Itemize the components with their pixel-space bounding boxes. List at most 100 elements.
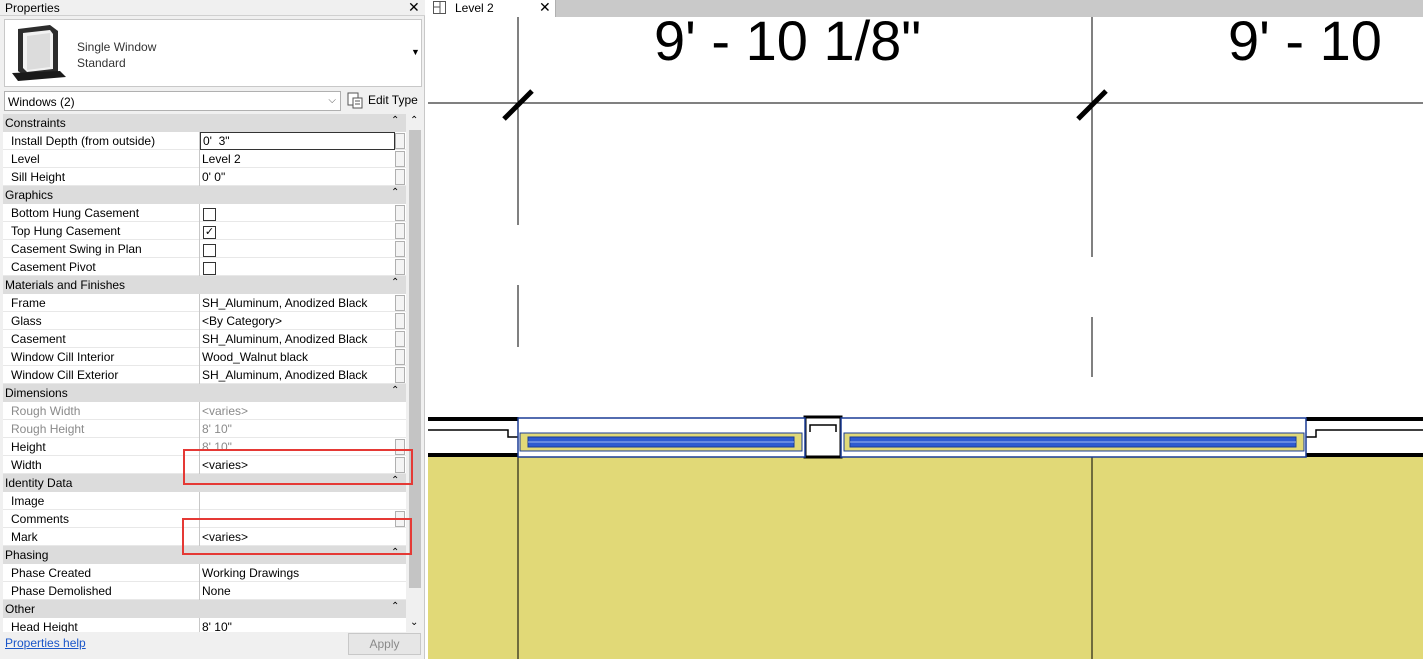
annotation-highlight-mark <box>182 518 412 555</box>
property-value: <By Category> <box>202 314 283 328</box>
property-label: Comments <box>11 512 70 526</box>
window-thumbnail-icon <box>12 25 66 81</box>
property-label: Casement Pivot <box>11 260 96 274</box>
group-constraints[interactable]: Constraints ⌃ <box>3 114 406 132</box>
row-casement-swing[interactable]: Casement Swing in Plan <box>3 240 406 258</box>
property-label: Level <box>11 152 40 166</box>
group-graphics[interactable]: Graphics ⌃ <box>3 186 406 204</box>
cell-button[interactable] <box>395 241 405 257</box>
cell-button[interactable] <box>395 133 405 149</box>
row-phase-demolished[interactable]: Phase Demolished None <box>3 582 406 600</box>
group-label: Materials and Finishes <box>5 278 126 292</box>
checkbox[interactable] <box>203 244 216 257</box>
chevron-down-icon: ⌵ <box>328 95 336 106</box>
row-rough-height: Rough Height 8' 10" <box>3 420 406 438</box>
property-value: SH_Aluminum, Anodized Black <box>202 332 368 346</box>
property-label: Frame <box>11 296 46 310</box>
collapse-icon[interactable]: ⌃ <box>391 601 399 612</box>
property-value: <varies> <box>202 404 249 418</box>
edit-type-label: Edit Type <box>368 93 418 107</box>
property-label: Rough Height <box>11 422 85 436</box>
row-casement-pivot[interactable]: Casement Pivot <box>3 258 406 276</box>
cell-button[interactable] <box>395 367 405 383</box>
row-bottom-hung[interactable]: Bottom Hung Casement <box>3 204 406 222</box>
floor-plan-drawing <box>428 17 1423 659</box>
collapse-icon[interactable]: ⌃ <box>391 115 399 126</box>
cell-button[interactable] <box>395 313 405 329</box>
group-label: Identity Data <box>5 476 73 490</box>
checkbox-checked[interactable]: ✓ <box>203 226 216 239</box>
row-image[interactable]: Image <box>3 492 406 510</box>
install-depth-input[interactable] <box>200 132 395 150</box>
property-label: Window Cill Exterior <box>11 368 119 382</box>
group-materials[interactable]: Materials and Finishes ⌃ <box>3 276 406 294</box>
properties-title: Properties <box>5 1 60 15</box>
group-label: Phasing <box>5 548 49 562</box>
cell-button[interactable] <box>395 223 405 239</box>
cell-button[interactable] <box>395 205 405 221</box>
collapse-icon[interactable]: ⌃ <box>391 385 399 396</box>
properties-help-link[interactable]: Properties help <box>5 636 86 650</box>
cell-button[interactable] <box>395 331 405 347</box>
category-filter-dropdown[interactable]: Windows (2) ⌵ <box>4 91 341 111</box>
row-cill-interior[interactable]: Window Cill Interior Wood_Walnut black <box>3 348 406 366</box>
row-level[interactable]: Level Level 2 <box>3 150 406 168</box>
type-family-name: Single Window <box>77 40 157 54</box>
row-top-hung[interactable]: Top Hung Casement ✓ <box>3 222 406 240</box>
group-label: Dimensions <box>5 386 68 400</box>
close-icon[interactable]: ✕ <box>539 0 551 16</box>
property-value: Working Drawings <box>202 566 300 580</box>
dropdown-arrow-icon[interactable]: ▼ <box>411 47 420 57</box>
row-cill-exterior[interactable]: Window Cill Exterior SH_Aluminum, Anodiz… <box>3 366 406 384</box>
property-label: Window Cill Interior <box>11 350 115 364</box>
property-label: Casement Swing in Plan <box>11 242 142 256</box>
property-label: Casement <box>11 332 66 346</box>
view-tab-title: Level 2 <box>455 1 494 15</box>
row-casement[interactable]: Casement SH_Aluminum, Anodized Black <box>3 330 406 348</box>
row-glass[interactable]: Glass <By Category> <box>3 312 406 330</box>
cell-button[interactable] <box>395 295 405 311</box>
scroll-up-icon[interactable]: ⌃ <box>410 115 418 126</box>
property-value: None <box>202 584 231 598</box>
row-head-height[interactable]: Head Height 8' 10" <box>3 618 406 632</box>
cell-button[interactable] <box>395 151 405 167</box>
checkbox[interactable] <box>203 208 216 221</box>
row-phase-created[interactable]: Phase Created Working Drawings <box>3 564 406 582</box>
group-dimensions[interactable]: Dimensions ⌃ <box>3 384 406 402</box>
dimension-label[interactable]: 9' - 10 1/8" <box>654 13 921 69</box>
floor-plan-icon <box>433 1 446 14</box>
row-install-depth[interactable]: Install Depth (from outside) <box>3 132 406 150</box>
close-icon[interactable]: ✕ <box>408 0 420 16</box>
property-value: 8' 10" <box>202 422 232 436</box>
cell-button[interactable] <box>395 169 405 185</box>
group-other[interactable]: Other ⌃ <box>3 600 406 618</box>
property-label: Height <box>11 440 46 454</box>
property-label: Phase Created <box>11 566 92 580</box>
group-label: Graphics <box>5 188 54 202</box>
cell-button[interactable] <box>395 259 405 275</box>
property-value: Wood_Walnut black <box>202 350 309 364</box>
collapse-icon[interactable]: ⌃ <box>391 277 399 288</box>
apply-button[interactable]: Apply <box>348 633 421 655</box>
property-label: Head Height <box>11 620 78 632</box>
property-label: Glass <box>11 314 42 328</box>
row-frame[interactable]: Frame SH_Aluminum, Anodized Black <box>3 294 406 312</box>
cell-button[interactable] <box>395 349 405 365</box>
collapse-icon[interactable]: ⌃ <box>391 187 399 198</box>
properties-title-bar: Properties ✕ <box>0 0 425 16</box>
property-label: Sill Height <box>11 170 66 184</box>
category-filter-value: Windows (2) <box>8 95 75 109</box>
drawing-canvas[interactable]: 9' - 10 1/8" 9' - 10 <box>428 13 1423 659</box>
edit-type-icon <box>347 92 363 109</box>
type-selector[interactable]: Single Window Standard ▼ <box>4 19 422 87</box>
property-label: Top Hung Casement <box>11 224 121 238</box>
edit-type-button[interactable]: Edit Type <box>345 91 423 111</box>
view-tab-level-2[interactable]: Level 2 <box>428 0 556 17</box>
scroll-down-icon[interactable]: ⌄ <box>410 617 418 628</box>
property-value: Level 2 <box>202 152 241 166</box>
checkbox[interactable] <box>203 262 216 275</box>
property-label: Bottom Hung Casement <box>11 206 140 220</box>
property-label: Phase Demolished <box>11 584 112 598</box>
dimension-label[interactable]: 9' - 10 <box>1228 13 1382 69</box>
row-sill-height[interactable]: Sill Height 0' 0" <box>3 168 406 186</box>
